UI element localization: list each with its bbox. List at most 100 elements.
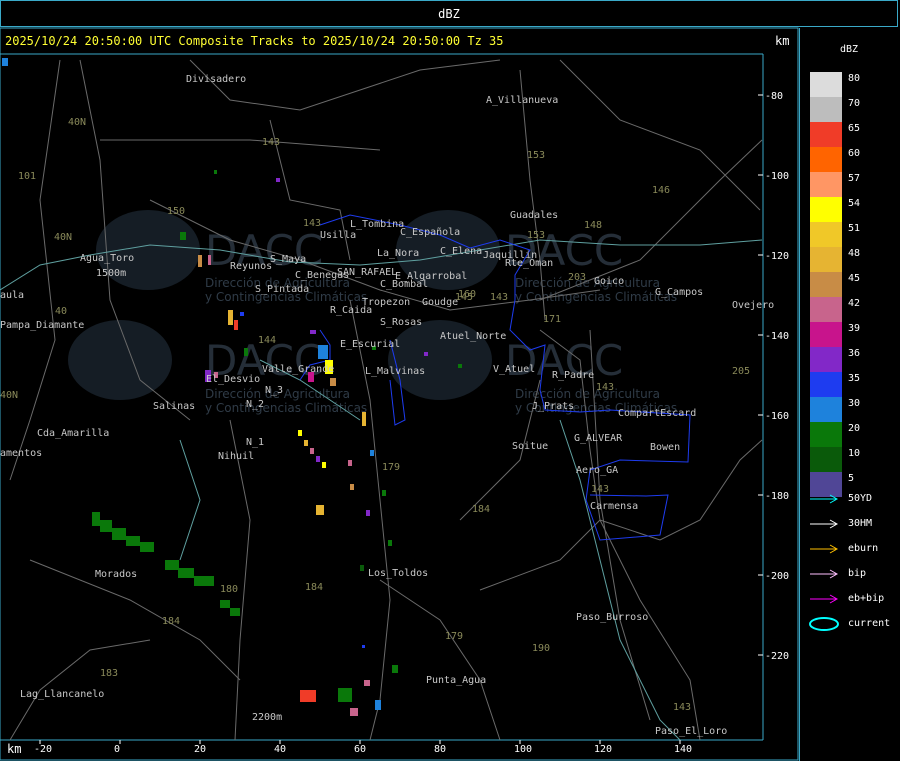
legend-value: 80 [848,73,861,84]
place-label: N_1 [246,437,264,448]
watermark-logo [68,320,172,400]
place-label: Soitue [512,441,548,452]
track-label: bip [848,568,867,579]
legend-swatch [810,97,842,122]
echo-cell [304,440,308,446]
route-number: 184 [305,582,323,593]
x-tick-label: 120 [594,744,612,755]
echo-cell [234,320,238,330]
legend-swatch [810,197,842,222]
echo-cell [392,665,398,673]
place-label: amentos [0,448,42,459]
place-label: Ovejero [732,300,774,311]
road [229,419,251,741]
echo-cell [112,528,126,540]
route-number: 143 [303,218,321,229]
echo-cell [100,520,112,532]
echo-cell [370,450,374,456]
place-label: C_Elena [440,246,482,257]
current-track-icon [809,617,839,631]
legend-value: 54 [848,198,861,209]
watermark-line2: y Contingencias Climáticas [515,290,677,304]
y-tick-label: -220 [765,651,789,662]
route-number: 143 [262,137,280,148]
echo-cell [375,700,381,710]
track-label: eb+bip [848,593,885,604]
echo-cell [318,345,328,359]
place-label: C_Española [400,227,460,238]
echo-cell [165,560,179,570]
legend-swatch [810,322,842,347]
legend-swatch [810,147,842,172]
place-label: aula [0,290,24,301]
place-label: V_Atuel [493,364,535,375]
echo-cell [330,378,336,386]
echo-cell [316,505,324,515]
echo-cell [348,460,352,466]
x-tick-label: 20 [194,744,206,755]
x-tick-label: 60 [354,744,366,755]
legend-value: 65 [848,123,861,134]
route-number: 143 [673,702,691,713]
place-label: Pampa_Diamante [0,320,84,331]
place-label: Paso_Burroso [576,612,648,623]
rivers [0,239,763,741]
track-label: 50YD [848,493,873,504]
x-tick-label: 0 [114,744,120,755]
place-label: Goico [594,276,624,287]
route-number: 40N [54,232,72,243]
echo-cell [180,232,186,240]
route-number: 180 [220,584,238,595]
echo-cell [194,576,214,586]
place-label: N_3 [265,385,283,396]
legend-value: 36 [848,348,861,359]
y-tick-label: -120 [765,251,789,262]
road [100,139,381,151]
echo-cell [382,490,386,496]
echo-cell [298,430,302,436]
echo-cell [92,512,100,526]
echo-cell [322,462,326,468]
place-label: 2200m [252,712,282,723]
place-label: Guadales [510,210,558,221]
echo-cell [240,312,244,316]
legend-value: 45 [848,273,861,284]
route-number: 40N [0,390,18,401]
route-number: 190 [532,643,550,654]
place-label: Atuel_Norte [440,331,506,342]
legend-value: 10 [848,448,861,459]
echo-cell [198,255,202,267]
echo-cell [458,364,462,368]
route-number: 203 [568,272,586,283]
x-tick-label: 40 [274,744,286,755]
x-axis: -20 0 20 40 60 80 100 120 140 [34,740,692,755]
route-number: 205 [732,366,750,377]
place-label: Salinas [153,401,195,412]
route-number: 184 [472,504,490,515]
echo-cell [350,484,354,490]
legend-value: 48 [848,248,861,259]
place-label: Aero_GA [576,465,618,476]
legend-value: 20 [848,423,861,434]
legend-value: 30 [848,398,861,409]
place-label: Punta_Agua [426,675,486,686]
place-label: R_Caida [330,305,372,316]
legend-value: 35 [848,373,861,384]
track-label: current [848,618,891,629]
route-number: 144 [258,335,276,346]
legend-panel: dBZ 80 70 65 60 57 54 51 48 45 42 39 36 35 30 20 10 5 50… [799,28,900,761]
route-number: 153 [527,230,545,241]
echo-cell [300,690,316,702]
place-label: S_Maya [270,254,306,265]
legend-value: 51 [848,223,861,234]
place-label: N_2 [246,399,264,410]
track-arrow-icon [810,519,839,529]
place-label: La_Nora [377,248,419,259]
place-label: Carmensa [590,501,638,512]
place-label: L_Tombina [350,219,404,230]
track-label: eburn [848,543,879,554]
y-tick-label: -80 [765,91,783,102]
radar-map[interactable]: DACC Dirección de Agricultura y Continge… [0,0,799,761]
legend-swatch [810,397,842,422]
echo-cell [208,255,211,265]
